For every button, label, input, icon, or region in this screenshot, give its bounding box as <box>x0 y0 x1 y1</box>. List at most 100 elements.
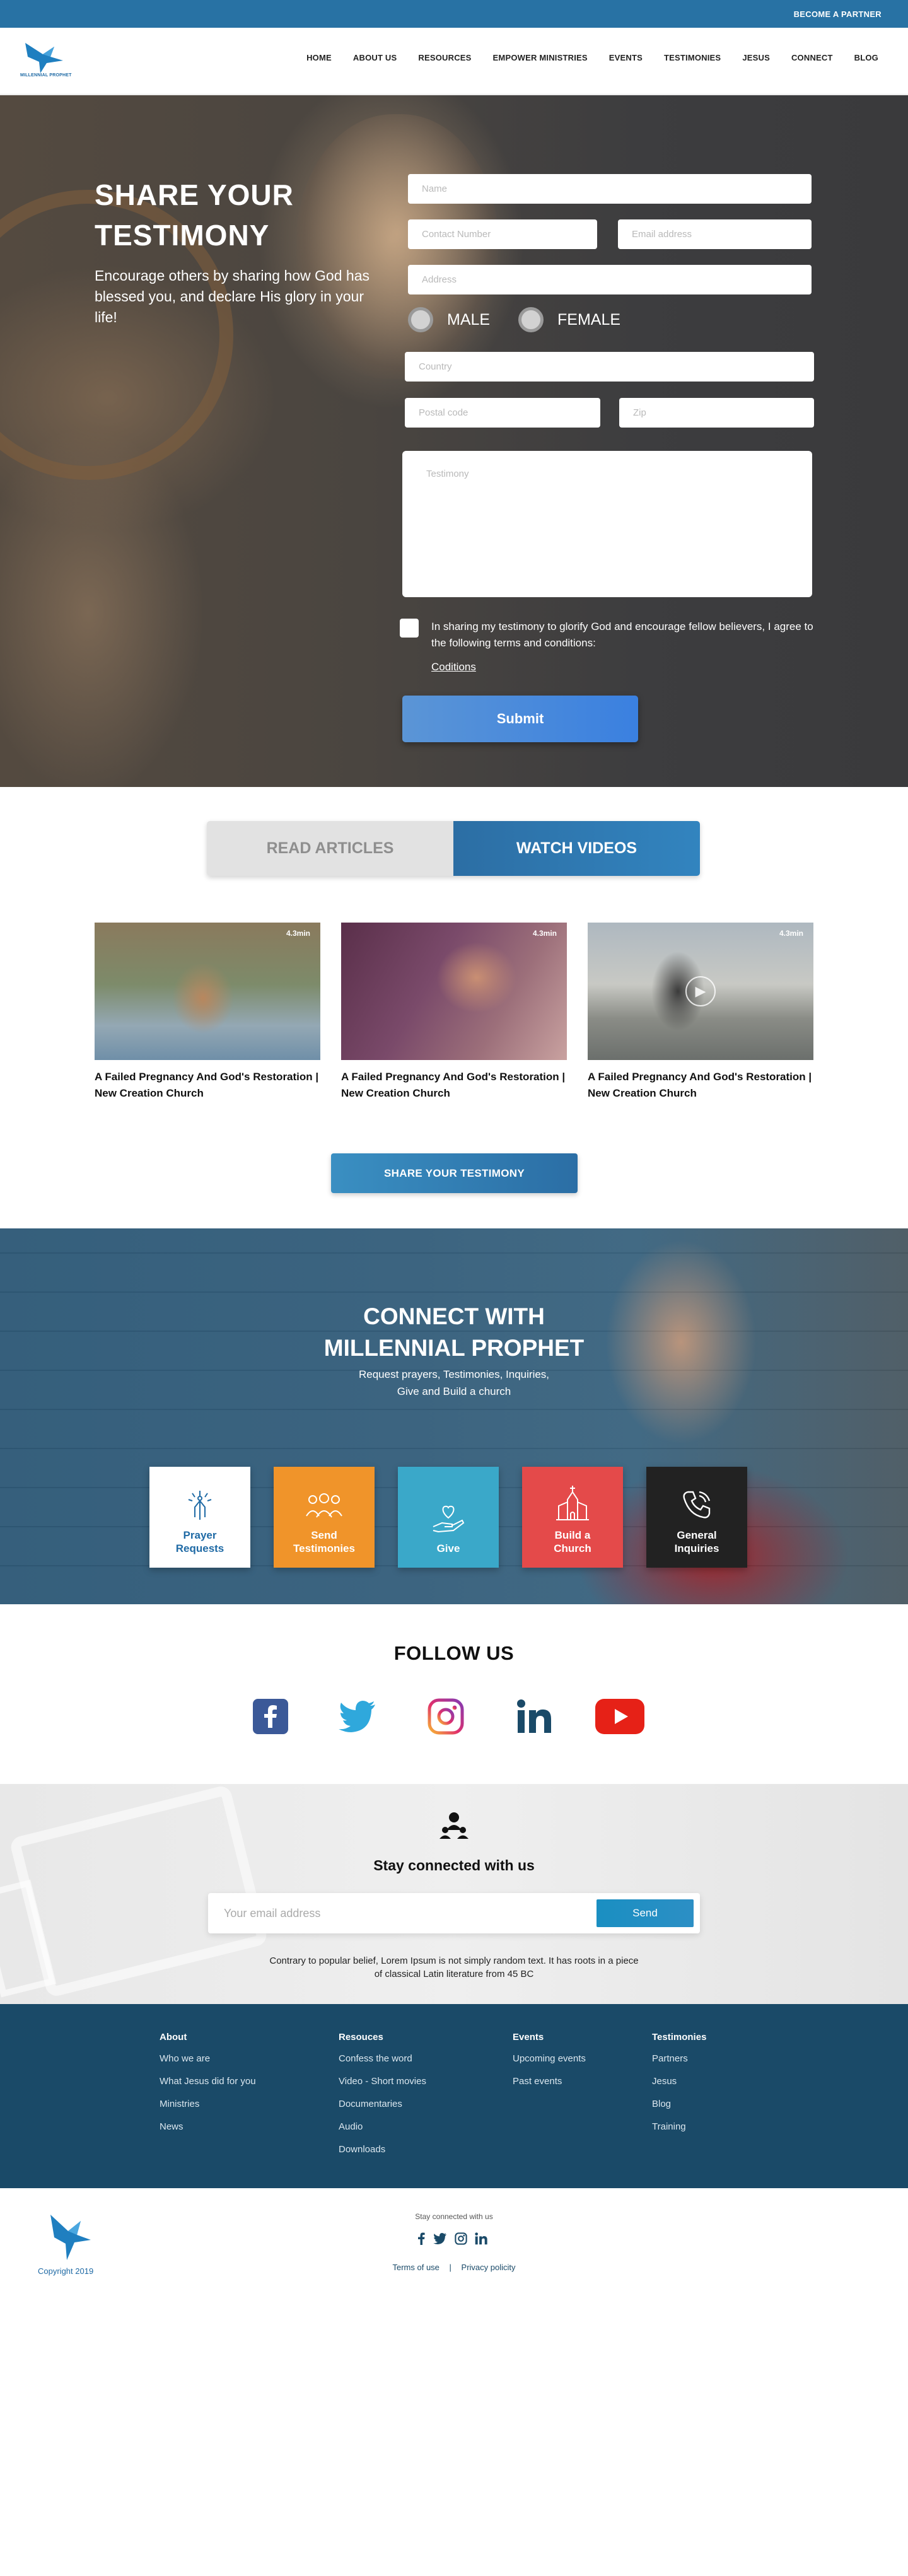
send-testimonies-card[interactable]: Send Testimonies <box>274 1467 375 1568</box>
footer-link[interactable]: Confess the word <box>339 2053 426 2065</box>
footer-link[interactable]: What Jesus did for you <box>160 2075 256 2088</box>
linkedin-icon[interactable] <box>475 2232 487 2245</box>
video-card: 4.3min A Failed Pregnancy And God's Rest… <box>341 923 567 1102</box>
connect-section: CONNECT WITH MILLENNIAL PROPHET Request … <box>0 1228 908 1604</box>
build-church-card[interactable]: Build a Church <box>522 1467 623 1568</box>
nav-item-empower-ministries[interactable]: EMPOWER MINISTRIES <box>482 53 598 62</box>
newsletter-email-input[interactable] <box>224 1893 577 1933</box>
footer-link[interactable]: Who we are <box>160 2053 256 2065</box>
footer-links: About Who we are What Jesus did for you … <box>0 2004 908 2188</box>
testimony-hero: SHARE YOUR TESTIMONY Encourage others by… <box>0 95 908 787</box>
heart-hand-icon <box>433 1505 465 1533</box>
video-thumbnail[interactable]: 4.3min <box>341 923 567 1060</box>
name-field[interactable]: Name <box>408 174 812 204</box>
linkedin-icon[interactable] <box>515 1698 553 1735</box>
privacy-policy-link[interactable]: Privacy policity <box>462 2263 516 2272</box>
stay-text-line1: Contrary to popular belief, Lorem Ipsum … <box>269 1955 639 1966</box>
stay-connected-section: Stay connected with us Send Contrary to … <box>0 1784 908 2004</box>
footer-link[interactable]: Jesus <box>652 2075 706 2088</box>
footer-link[interactable]: Ministries <box>160 2098 256 2111</box>
video-title[interactable]: A Failed Pregnancy And God's Restoration… <box>588 1069 813 1102</box>
phone-icon <box>683 1491 711 1518</box>
tab-watch-videos[interactable]: WATCH VIDEOS <box>453 821 700 876</box>
nav-item-blog[interactable]: BLOG <box>844 53 889 62</box>
send-button[interactable]: Send <box>597 1899 694 1927</box>
footer-link[interactable]: Video - Short movies <box>339 2075 426 2088</box>
card-label-line1: Give <box>436 1542 460 1554</box>
radio-circle <box>518 307 544 332</box>
nav-item-about-us[interactable]: ABOUT US <box>342 53 408 62</box>
postal-code-field[interactable]: Postal code <box>405 398 600 428</box>
people-group-icon <box>306 1493 342 1518</box>
card-label-line2: Church <box>554 1542 591 1554</box>
nav-item-jesus[interactable]: JESUS <box>731 53 781 62</box>
video-thumbnail[interactable]: 4.3min <box>95 923 320 1060</box>
connect-title: CONNECT WITH MILLENNIAL PROPHET <box>0 1301 908 1364</box>
video-duration: 4.3min <box>779 929 803 938</box>
video-title[interactable]: A Failed Pregnancy And God's Restoration… <box>341 1069 567 1102</box>
footer-link[interactable]: News <box>160 2121 256 2133</box>
newsletter-form: Send <box>208 1893 700 1933</box>
instagram-icon[interactable] <box>427 1698 465 1735</box>
terms-text: In sharing my testimony to glorify God a… <box>431 621 813 649</box>
footer-column-about: About Who we are What Jesus did for you … <box>160 2032 256 2143</box>
gender-female-radio[interactable]: FEMALE <box>518 307 620 332</box>
give-card[interactable]: Give <box>398 1467 499 1568</box>
card-label-line2: Requests <box>175 1542 224 1554</box>
nav-item-home[interactable]: HOME <box>296 53 342 62</box>
footer-link[interactable]: Partners <box>652 2053 706 2065</box>
general-inquiries-card[interactable]: General Inquiries <box>646 1467 747 1568</box>
facebook-icon[interactable] <box>417 2232 426 2245</box>
main-navigation: MILLENNIAL PROPHET HOME ABOUT US RESOURC… <box>0 28 908 95</box>
play-icon[interactable]: ▶ <box>685 976 716 1006</box>
terms-of-use-link[interactable]: Terms of use <box>392 2263 439 2272</box>
legal-links: Terms of use | Privacy policity <box>0 2263 908 2272</box>
footer-heading: Resouces <box>339 2032 383 2043</box>
zip-field[interactable]: Zip <box>619 398 814 428</box>
email-field[interactable]: Email address <box>618 219 812 249</box>
video-duration: 4.3min <box>286 929 310 938</box>
nav-item-testimonies[interactable]: TESTIMONIES <box>653 53 731 62</box>
card-label-line2: Inquiries <box>674 1542 719 1554</box>
conditions-link[interactable]: Coditions <box>431 661 476 673</box>
footer-link[interactable]: Training <box>652 2121 706 2133</box>
gender-male-radio[interactable]: MALE <box>408 307 490 332</box>
logo[interactable] <box>19 35 69 86</box>
footer-link[interactable]: Documentaries <box>339 2098 426 2111</box>
footer-link[interactable]: Audio <box>339 2121 426 2133</box>
youtube-icon[interactable] <box>595 1698 645 1735</box>
facebook-icon[interactable] <box>252 1698 289 1735</box>
church-icon <box>556 1486 589 1520</box>
address-field[interactable]: Address <box>408 265 812 294</box>
terms-checkbox[interactable] <box>400 619 419 638</box>
nav-menu: HOME ABOUT US RESOURCES EMPOWER MINISTRI… <box>296 28 889 87</box>
footer-column-events: Events Upcoming events Past events <box>513 2032 586 2098</box>
contact-number-field[interactable]: Contact Number <box>408 219 597 249</box>
country-field[interactable]: Country <box>405 352 814 382</box>
footer-link[interactable]: Blog <box>652 2098 706 2111</box>
footer-link[interactable]: Upcoming events <box>513 2053 586 2065</box>
connect-title-line1: CONNECT WITH <box>363 1303 545 1329</box>
testimony-textarea[interactable]: Testimony <box>402 451 812 597</box>
card-label-line1: Prayer <box>183 1529 217 1541</box>
footer-column-resources: Resouces Confess the word Video - Short … <box>339 2032 426 2166</box>
twitter-icon[interactable] <box>433 2233 447 2244</box>
video-title[interactable]: A Failed Pregnancy And God's Restoration… <box>95 1069 320 1102</box>
nav-item-connect[interactable]: CONNECT <box>781 53 844 62</box>
nav-item-events[interactable]: EVENTS <box>598 53 653 62</box>
nav-item-resources[interactable]: RESOURCES <box>407 53 482 62</box>
submit-button[interactable]: Submit <box>402 696 638 742</box>
instagram-icon[interactable] <box>455 2232 467 2245</box>
praying-hands-icon <box>188 1491 212 1520</box>
connect-subtitle-line2: Give and Build a church <box>397 1385 511 1397</box>
footer-heading: About <box>160 2032 187 2043</box>
tab-read-articles[interactable]: READ ARTICLES <box>207 821 453 876</box>
share-testimony-button[interactable]: SHARE YOUR TESTIMONY <box>331 1153 578 1193</box>
become-partner-link[interactable]: BECOME A PARTNER <box>794 9 882 19</box>
prayer-requests-card[interactable]: Prayer Requests <box>149 1467 250 1568</box>
footer-link[interactable]: Past events <box>513 2075 586 2088</box>
video-thumbnail[interactable]: 4.3min ▶ <box>588 923 813 1060</box>
stay-connected-title: Stay connected with us <box>373 1857 535 1874</box>
twitter-icon[interactable] <box>339 1698 376 1735</box>
footer-link[interactable]: Downloads <box>339 2143 426 2156</box>
